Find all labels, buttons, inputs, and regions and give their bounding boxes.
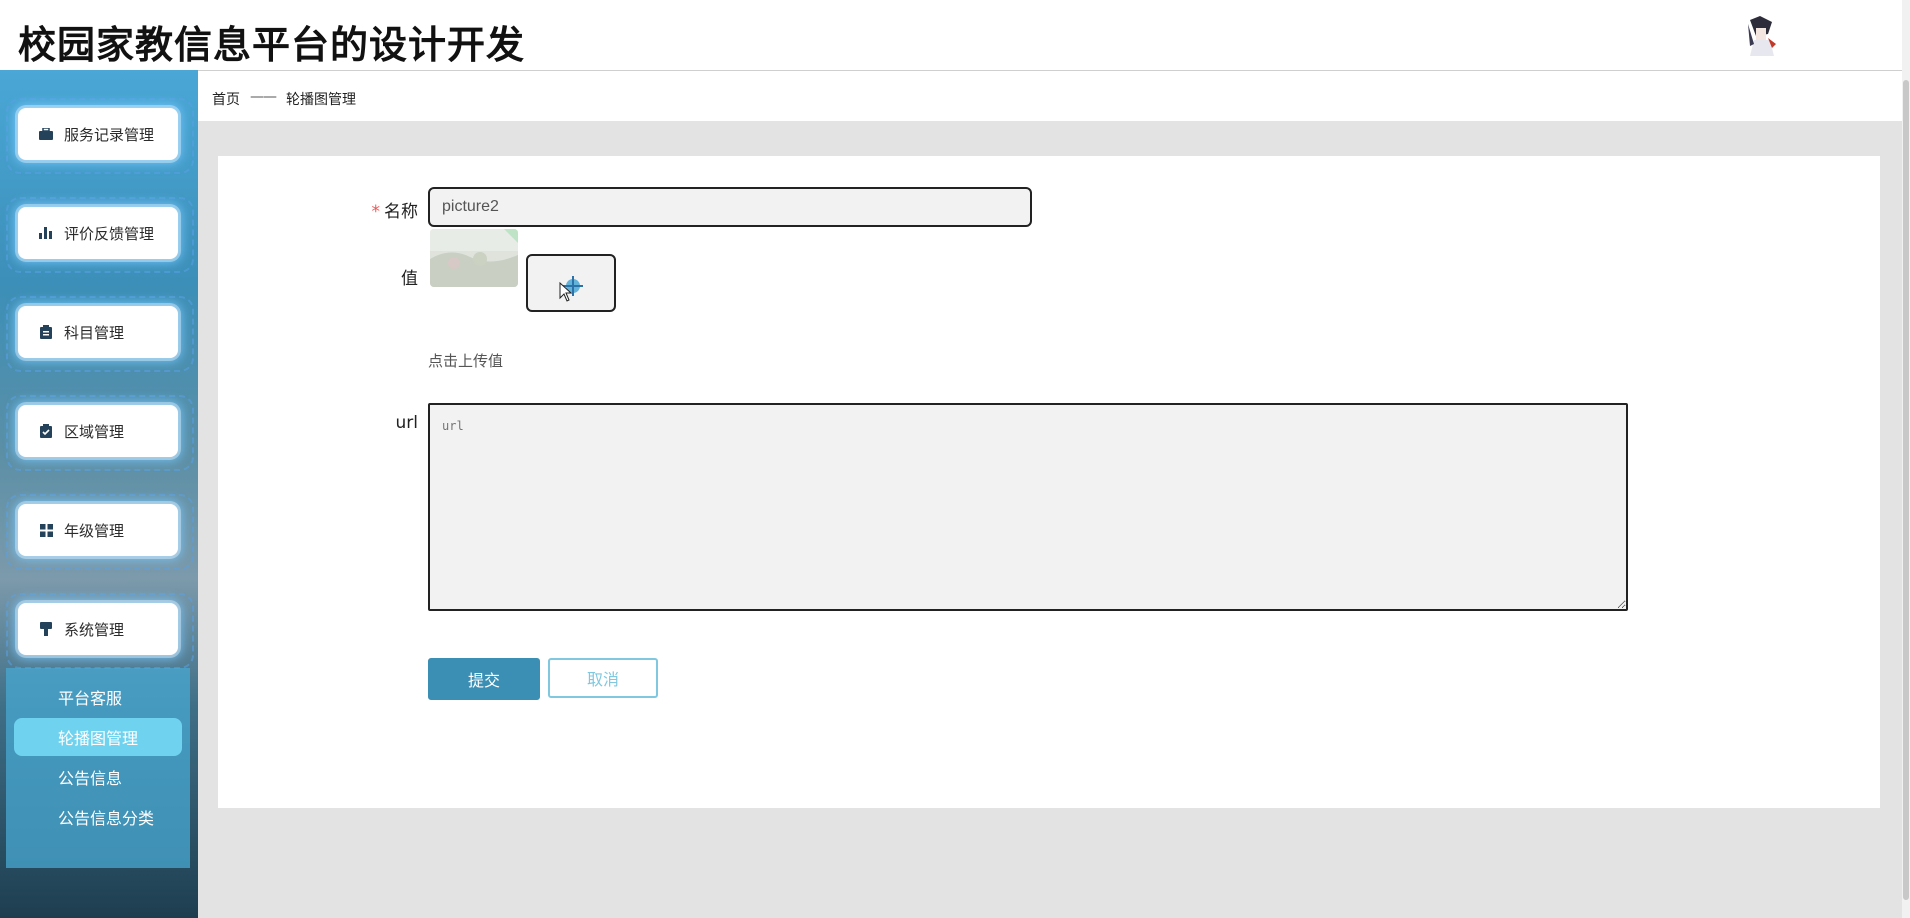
url-textarea[interactable] (428, 403, 1628, 611)
cancel-button[interactable]: 取消 (548, 658, 658, 698)
sidebar-item-system[interactable]: 系统管理 (18, 603, 178, 655)
grid-icon (38, 522, 54, 538)
uploaded-image-thumbnail[interactable] (430, 229, 518, 287)
crosshair-icon (559, 276, 583, 302)
sidebar-item-label: 评价反馈管理 (64, 224, 155, 243)
clipboard-check-icon (38, 423, 54, 439)
breadcrumb-separator: —— (250, 89, 277, 105)
sidebar-item-regions[interactable]: 区域管理 (18, 405, 178, 457)
submenu-item-carousel[interactable]: 轮播图管理 (14, 718, 182, 756)
sidebar: 服务记录管理 评价反馈管理 科目管理 区域管理 年级管理 系统管理 平台客服 轮… (0, 70, 198, 918)
upload-hint: 点击上传值 (428, 352, 504, 370)
sidebar-item-label: 区域管理 (64, 422, 125, 441)
sidebar-item-label: 年级管理 (64, 521, 125, 540)
name-label: * 名称 (371, 202, 419, 222)
user-avatar[interactable] (1742, 14, 1782, 58)
vertical-scrollbar[interactable] (1902, 0, 1910, 918)
submit-button[interactable]: 提交 (428, 658, 540, 700)
url-label: url (395, 413, 419, 433)
submenu-item-customer-service[interactable]: 平台客服 (14, 678, 182, 716)
scrollbar-thumb[interactable] (1903, 80, 1909, 900)
breadcrumb-bar: 首页 —— 轮播图管理 (198, 71, 1900, 121)
name-input[interactable]: picture2 (428, 187, 1032, 227)
bar-chart-icon (38, 225, 54, 241)
sidebar-item-label: 服务记录管理 (64, 125, 155, 144)
app-title: 校园家教信息平台的设计开发 (18, 23, 526, 67)
sidebar-item-label: 科目管理 (64, 323, 125, 342)
brush-icon (38, 621, 54, 637)
sidebar-item-grades[interactable]: 年级管理 (18, 504, 178, 556)
sidebar-item-service-records[interactable]: 服务记录管理 (18, 108, 178, 160)
submenu-item-notice-categories[interactable]: 公告信息分类 (14, 798, 182, 836)
top-header: 校园家教信息平台的设计开发 (0, 0, 1904, 71)
clipboard-icon (38, 324, 54, 340)
breadcrumb-home[interactable]: 首页 (212, 89, 240, 109)
sidebar-item-feedback[interactable]: 评价反馈管理 (18, 207, 178, 259)
sidebar-item-label: 系统管理 (64, 620, 125, 639)
briefcase-icon (38, 126, 54, 142)
image-preview (430, 229, 518, 287)
sidebar-item-subjects[interactable]: 科目管理 (18, 306, 178, 358)
avatar-icon (1748, 16, 1776, 56)
required-mark: * (371, 202, 381, 222)
breadcrumb-current: 轮播图管理 (286, 92, 356, 108)
upload-button[interactable] (526, 254, 616, 312)
submenu-item-notices[interactable]: 公告信息 (14, 758, 182, 796)
value-label: 值 (401, 269, 418, 289)
submenu-system: 平台客服 轮播图管理 公告信息 公告信息分类 (6, 668, 190, 868)
breadcrumb: 首页 —— 轮播图管理 (212, 89, 356, 109)
